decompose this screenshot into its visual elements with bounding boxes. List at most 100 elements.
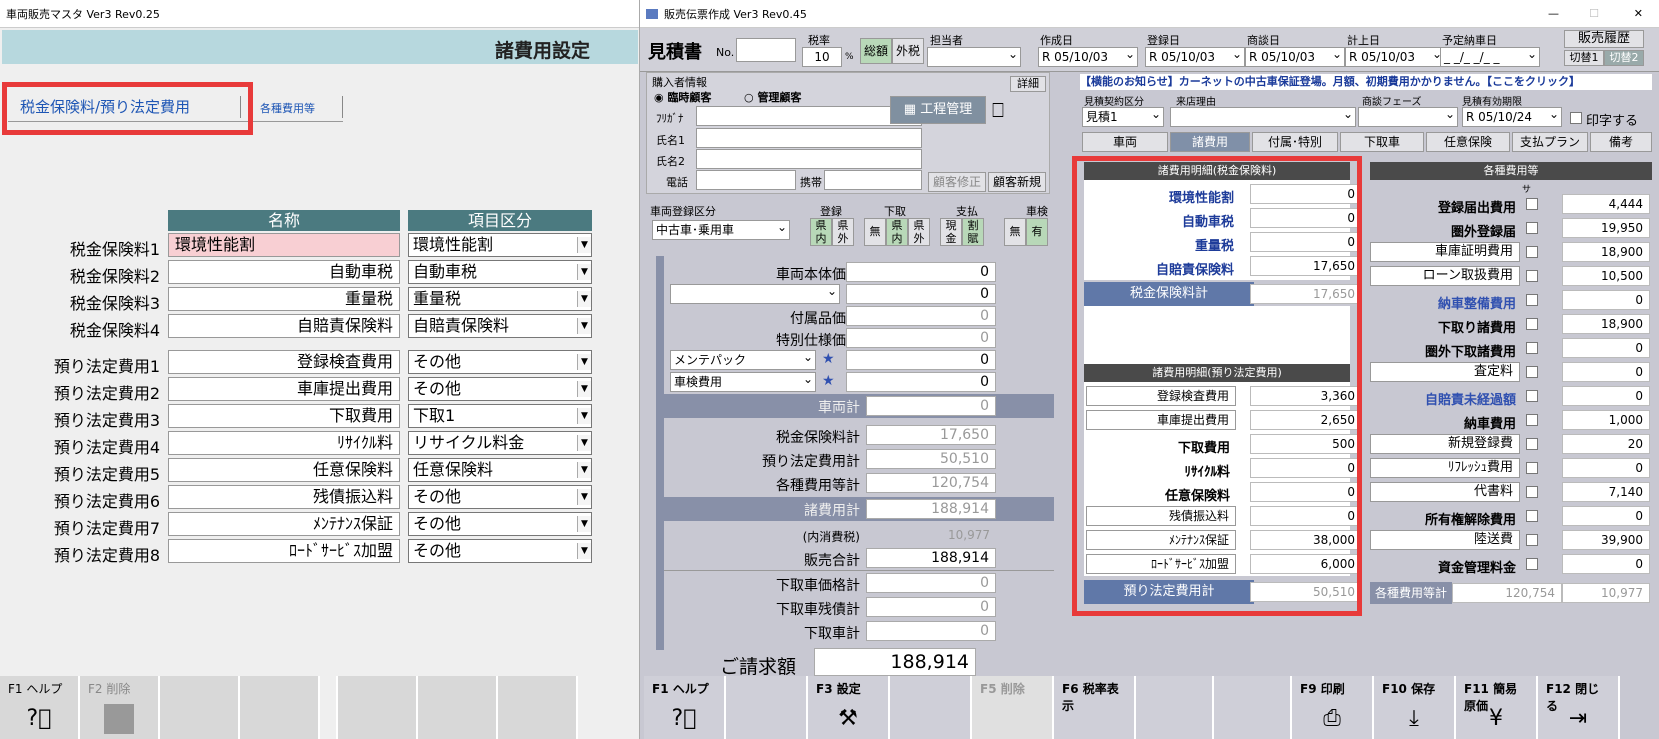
price-input[interactable]: 0 [846, 328, 996, 348]
switch2-button[interactable]: 切替2 [1604, 50, 1644, 66]
total-tax-button[interactable]: 総額 [860, 38, 892, 64]
kk-row-checkbox[interactable] [1526, 390, 1538, 402]
option-select[interactable]: メンテパック [670, 348, 816, 370]
kk-row-value[interactable]: 0 [1562, 386, 1650, 406]
f1-help-button[interactable]: F1 ヘルプ ?⃝ [0, 676, 80, 739]
kk-row-label-input[interactable]: 新規登録費 [1370, 434, 1520, 454]
fkey-button[interactable] [726, 676, 808, 739]
tax-rate-input[interactable]: 10 [802, 47, 842, 67]
kk-row-checkbox[interactable] [1526, 438, 1538, 450]
kk-row-label-input[interactable]: 代書料 [1370, 482, 1520, 502]
visit-select[interactable] [1170, 105, 1356, 127]
row-kubun-select[interactable]: 自賠責保険料 ▼ [408, 314, 592, 338]
option-select[interactable] [670, 282, 840, 304]
maximize-icon[interactable]: ☐ [1589, 7, 1599, 20]
shaken-nashi[interactable]: 無 [1004, 218, 1026, 246]
fkey-button[interactable] [1214, 676, 1292, 739]
name2-input[interactable] [696, 149, 922, 169]
row-kubun-select[interactable]: その他 ▼ [408, 377, 592, 401]
row-name-input[interactable]: ﾒﾝﾃﾅﾝｽ保証 [168, 512, 400, 536]
kk-row-value[interactable]: 0 [1562, 290, 1650, 310]
kk-row-value[interactable]: 0 [1562, 362, 1650, 382]
kk-row-checkbox[interactable] [1526, 510, 1538, 522]
expiry-select[interactable]: R 05/10/24 [1462, 105, 1562, 127]
fkey-button[interactable]: F11 簡易原価 ¥ [1456, 676, 1538, 739]
fkey-button[interactable]: F9 印刷 ⎙ [1292, 676, 1374, 739]
shitadori-kengai[interactable]: 県外 [908, 218, 930, 246]
kk-row-label-input[interactable]: 車庫証明費用 [1370, 242, 1520, 262]
kk-row-checkbox[interactable] [1526, 558, 1538, 570]
fkey-button[interactable]: F5 削除 [972, 676, 1054, 739]
row-name-input[interactable]: ﾘｻｲｸﾙ料 [168, 431, 400, 455]
row-kubun-select[interactable]: 環境性能割 ▼ [408, 233, 592, 257]
external-tax-button[interactable]: 外税 [892, 38, 924, 64]
row-kubun-select[interactable]: 任意保険料 ▼ [408, 458, 592, 482]
date-input[interactable]: _ _/_ _/_ _ [1440, 45, 1540, 67]
kk-row-value[interactable]: 4,444 [1562, 194, 1650, 214]
kk-row-value[interactable]: 0 [1562, 458, 1650, 478]
kk-row-checkbox[interactable] [1526, 462, 1538, 474]
row-kubun-select[interactable]: その他 ▼ [408, 350, 592, 374]
subtab[interactable]: 車両 [1082, 132, 1168, 152]
date-input[interactable]: R 05/10/03 [1145, 45, 1245, 67]
option-select[interactable]: 車検費用 [670, 370, 816, 392]
row-kubun-select[interactable]: その他 ▼ [408, 539, 592, 563]
price-input[interactable]: 0 [846, 306, 996, 326]
row-name-input[interactable]: 環境性能割 [168, 233, 400, 257]
subtab[interactable]: 下取車 [1340, 132, 1424, 152]
subtab[interactable]: 任意保険 [1426, 132, 1510, 152]
f2-delete-button[interactable]: F2 削除 [80, 676, 160, 739]
subtab[interactable]: 備考 [1590, 132, 1652, 152]
fkey-button[interactable]: F1 ヘルプ ?⃝ [644, 676, 726, 739]
minimize-icon[interactable]: — [1548, 7, 1559, 20]
row-name-input[interactable]: 残債振込料 [168, 485, 400, 509]
row-name-input[interactable]: 任意保険料 [168, 458, 400, 482]
staff-select[interactable] [927, 45, 1021, 67]
kk-row-value[interactable]: 18,900 [1562, 314, 1650, 334]
shitadori-kennai[interactable]: 県内 [886, 218, 908, 246]
kk-row-value[interactable]: 0 [1562, 338, 1650, 358]
switch1-button[interactable]: 切替1 [1564, 50, 1604, 66]
row-kubun-select[interactable]: その他 ▼ [408, 512, 592, 536]
fkey-button[interactable]: F3 設定 ⚒ [808, 676, 890, 739]
kk-row-checkbox[interactable] [1526, 534, 1538, 546]
kk-row-checkbox[interactable] [1526, 222, 1538, 234]
row-name-input[interactable]: 車庫提出費用 [168, 377, 400, 401]
date-input[interactable]: R 05/10/03 [1245, 45, 1345, 67]
phase-select[interactable] [1358, 105, 1458, 127]
kk-row-checkbox[interactable] [1526, 342, 1538, 354]
kk-row-value[interactable]: 39,900 [1562, 530, 1650, 550]
subtab[interactable]: 支払プラン [1512, 132, 1588, 152]
kk-row-label-input[interactable]: ローン取扱費用 [1370, 266, 1520, 286]
tel-input[interactable] [696, 170, 796, 190]
kk-row-label-input[interactable]: 査定料 [1370, 362, 1520, 382]
row-name-input[interactable]: 重量税 [168, 287, 400, 311]
kappu-toggle[interactable]: 割賦 [962, 218, 984, 246]
row-name-input[interactable]: 下取費用 [168, 404, 400, 428]
kk-row-value[interactable]: 1,000 [1562, 410, 1650, 430]
row-kubun-select[interactable]: リサイクル料金 ▼ [408, 431, 592, 455]
genkin-toggle[interactable]: 現金 [940, 218, 962, 246]
kk-row-label-input[interactable]: 陸送費 [1370, 530, 1520, 550]
row-name-input[interactable]: ﾛｰﾄﾞｻｰﾋﾞｽ加盟 [168, 539, 400, 563]
tab-various-costs[interactable]: 各種費用等 [260, 100, 315, 116]
kk-row-value[interactable]: 20 [1562, 434, 1650, 454]
mobile-input[interactable] [824, 170, 922, 190]
shaken-ari[interactable]: 有 [1026, 218, 1048, 246]
sales-history-button[interactable]: 販売履歴 [1564, 30, 1644, 48]
row-name-input[interactable]: 登録検査費用 [168, 350, 400, 374]
bookmark-icon[interactable]: ⎕ [992, 98, 1004, 122]
f6-button[interactable] [418, 676, 498, 739]
radio-managed-customer[interactable]: ○ 管理顧客 [744, 89, 801, 105]
slip-number-input[interactable] [736, 38, 796, 62]
date-input[interactable]: R 05/10/03 [1345, 45, 1445, 67]
price-input[interactable]: 0 [846, 262, 996, 282]
notice-banner[interactable]: 【横能のお知らせ】カーネットの中古車保証登場。月額、初期費用かかりません。【ここ… [1080, 74, 1652, 90]
kk-row-checkbox[interactable] [1526, 486, 1538, 498]
close-icon[interactable]: ✕ [1634, 7, 1643, 20]
f7-button[interactable] [498, 676, 578, 739]
row-kubun-select[interactable]: 下取1 ▼ [408, 404, 592, 428]
kk-row-checkbox[interactable] [1526, 366, 1538, 378]
subtab[interactable]: 付属･特別 [1252, 132, 1338, 152]
kk-row-value[interactable]: 7,140 [1562, 482, 1650, 502]
